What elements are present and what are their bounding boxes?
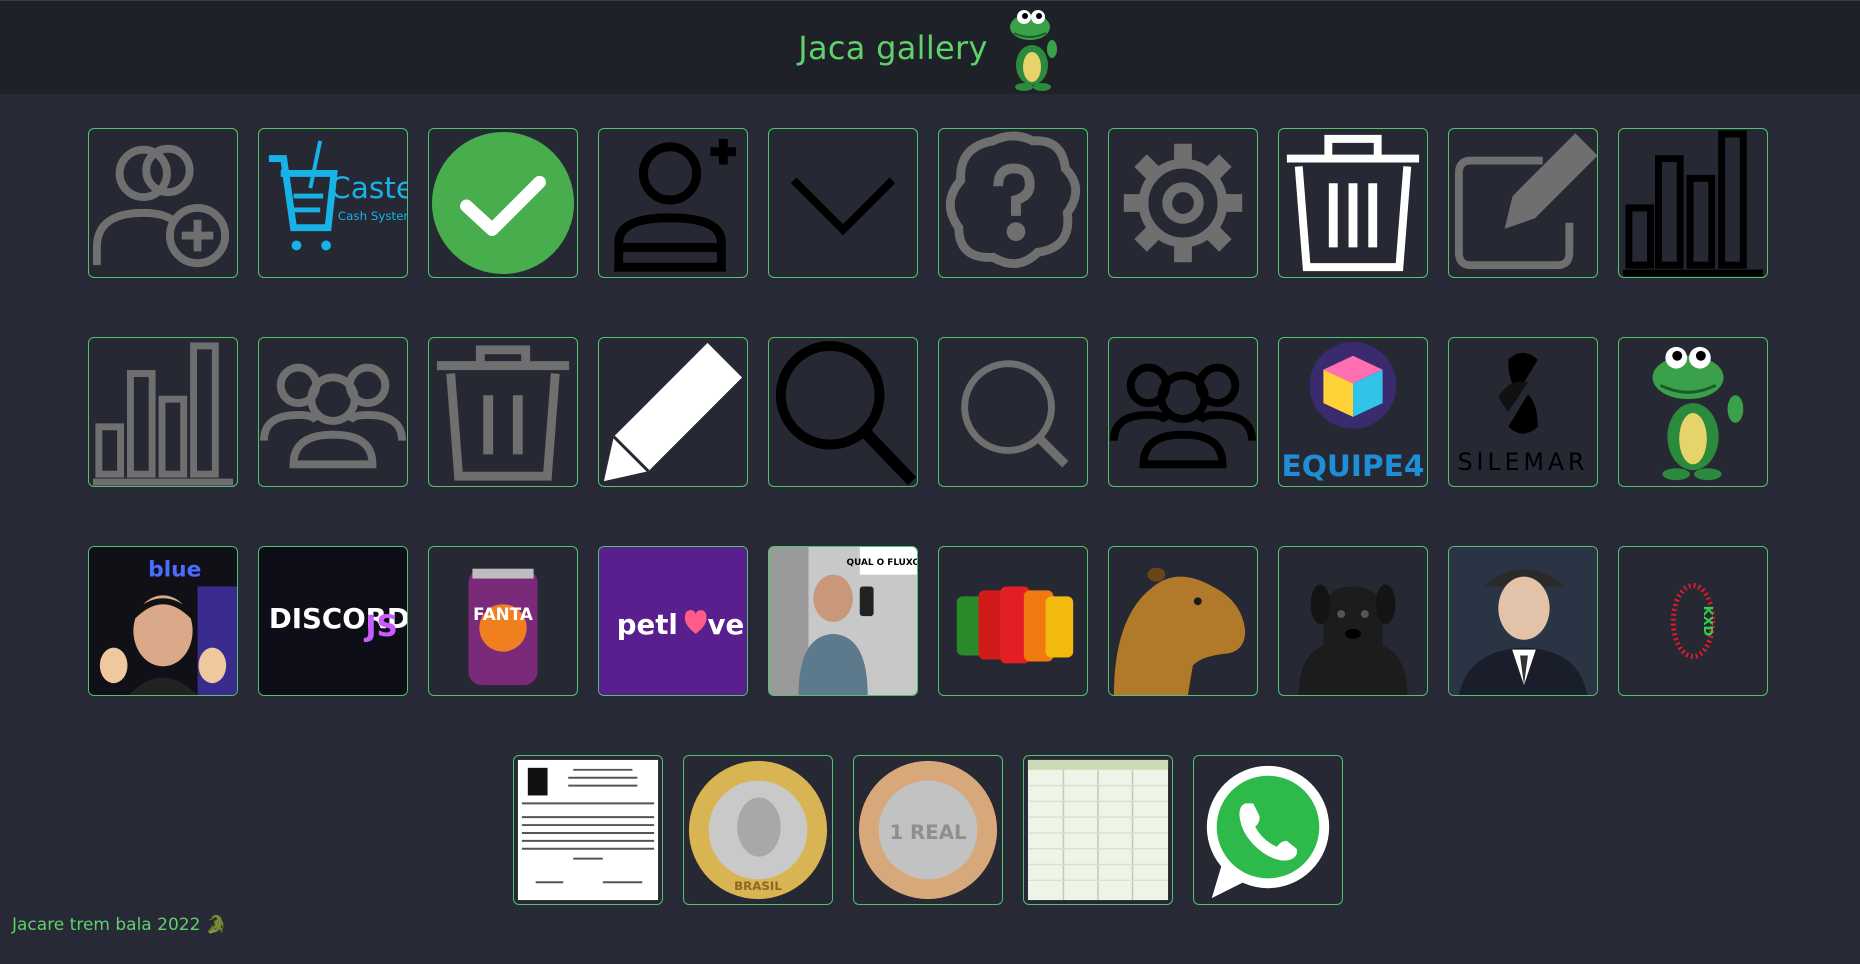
chevron-down-icon[interactable] xyxy=(768,128,918,278)
spreadsheet-document[interactable] xyxy=(1023,755,1173,905)
help-brain-icon[interactable] xyxy=(938,128,1088,278)
search-gray-icon[interactable] xyxy=(938,337,1088,487)
gear-icon[interactable] xyxy=(1108,128,1258,278)
kxd-text: KXD xyxy=(1700,606,1715,636)
blue-streamer-photo[interactable]: blue xyxy=(88,546,238,696)
blue-text: blue xyxy=(148,558,201,583)
kxd-badge[interactable]: KXD xyxy=(1618,546,1768,696)
crocodile-mascot-icon xyxy=(1009,10,1057,91)
selfie-bubble-text: QUAL O FLUXO?? xyxy=(847,558,917,568)
petlove-logo[interactable]: petl ve xyxy=(598,546,748,696)
receipt-document[interactable] xyxy=(513,755,663,905)
gallery-grid: Castem Cash System xyxy=(88,128,1768,964)
portrait-photo[interactable] xyxy=(1448,546,1598,696)
coin-brasil-photo[interactable]: BRASIL xyxy=(683,755,833,905)
users-gray-icon[interactable] xyxy=(258,337,408,487)
bar-chart-black-icon[interactable] xyxy=(1618,128,1768,278)
trash-white-icon[interactable] xyxy=(1278,128,1428,278)
castem-brand-text: Castem xyxy=(330,171,407,205)
capybara-photo[interactable] xyxy=(1108,546,1258,696)
discord-js-text: JS xyxy=(364,609,398,643)
whatsapp-logo[interactable] xyxy=(1193,755,1343,905)
equipe4-text: EQUIPE4 xyxy=(1282,449,1425,483)
footer-text: Jacare trem bala 2022 🐊 xyxy=(12,915,227,935)
equipe4-logo[interactable]: EQUIPE4 xyxy=(1278,337,1428,487)
users-black-icon[interactable] xyxy=(1108,337,1258,487)
gallery-row: blue DISCORD JS FANTA petl ve QUAL O FLU… xyxy=(88,546,1768,696)
pencil-white-icon[interactable] xyxy=(598,337,748,487)
gallery-row: EQUIPE4 SILEMAR xyxy=(88,337,1768,487)
search-black-icon[interactable] xyxy=(768,337,918,487)
coin-brasil-text: BRASIL xyxy=(734,879,782,893)
coin-real-text: 1 REAL xyxy=(889,821,966,844)
trash-gray-icon[interactable] xyxy=(428,337,578,487)
page-title: Jaca gallery xyxy=(798,29,988,67)
black-dog-photo[interactable] xyxy=(1278,546,1428,696)
fanta-text: FANTA xyxy=(473,604,533,624)
gallery-row: BRASIL 1 REAL xyxy=(88,755,1768,905)
header-bar: Jaca gallery xyxy=(0,0,1860,94)
add-user-icon[interactable] xyxy=(598,128,748,278)
silemar-logo[interactable]: SILEMAR xyxy=(1448,337,1598,487)
discordjs-logo[interactable]: DISCORD JS xyxy=(258,546,408,696)
gallery-row: Castem Cash System xyxy=(88,128,1768,278)
selfie-photo[interactable]: QUAL O FLUXO?? xyxy=(768,546,918,696)
coin-real-photo[interactable]: 1 REAL xyxy=(853,755,1003,905)
petlove-text-b: ve xyxy=(708,608,745,641)
petlove-text-a: petl xyxy=(617,608,678,641)
add-users-icon[interactable] xyxy=(88,128,238,278)
edit-square-icon[interactable] xyxy=(1448,128,1598,278)
silemar-text: SILEMAR xyxy=(1458,448,1589,476)
check-circle-icon[interactable] xyxy=(428,128,578,278)
soda-cans-photo[interactable] xyxy=(938,546,1088,696)
castem-logo[interactable]: Castem Cash System xyxy=(258,128,408,278)
bar-chart-gray-icon[interactable] xyxy=(88,337,238,487)
castem-sub-text: Cash System xyxy=(338,209,407,223)
crocodile-mascot-image[interactable] xyxy=(1618,337,1768,487)
fanta-can-photo[interactable]: FANTA xyxy=(428,546,578,696)
